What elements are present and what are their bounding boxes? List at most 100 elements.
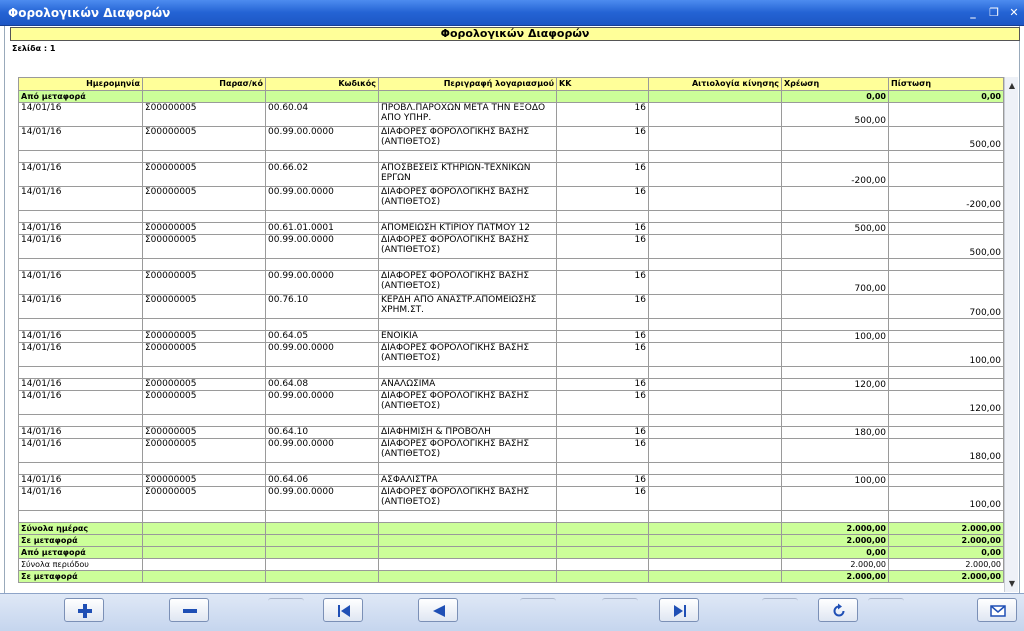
add-button[interactable] bbox=[64, 598, 104, 622]
table-row[interactable]: 14/01/16 Σ00000005 00.99.00.0000 ΔΙΑΦΟΡΕΣ Φ… bbox=[18, 390, 1004, 415]
cell-document: Σ00000005 bbox=[142, 378, 266, 391]
table-row[interactable]: 14/01/16 Σ00000005 00.60.04 ΠΡΟΒΛ.ΠΑΡΟΧΩΝ Μ… bbox=[18, 102, 1004, 127]
cell-description: ΑΠΟΣΒΕΣΕΙΣ ΚΤΗΡΙΩΝ-ΤΕΧΝΙΚΩΝ ΕΡΓΩΝ bbox=[378, 162, 557, 187]
cell-debit bbox=[781, 126, 889, 151]
cell-reason bbox=[648, 186, 782, 211]
cell-credit bbox=[888, 270, 1004, 295]
spacer-row bbox=[18, 150, 1004, 163]
ledger-table: Ημερομηνία Παρασ/κό Κωδικός Περιγραφή λο… bbox=[18, 77, 1004, 583]
cell-description: ΠΡΟΒΛ.ΠΑΡΟΧΩΝ ΜΕΤΑ ΤΗΝ ΕΞΟΔΟ ΑΠΟ ΥΠΗΡ. bbox=[378, 102, 557, 127]
cell-code: 00.64.08 bbox=[265, 378, 379, 391]
spacer-row bbox=[18, 318, 1004, 331]
cell-date: 14/01/16 bbox=[18, 426, 143, 439]
cell-date: 14/01/16 bbox=[18, 162, 143, 187]
cell-description: ΑΣΦΑΛΙΣΤΡΑ bbox=[378, 474, 557, 487]
cell-debit bbox=[781, 294, 889, 319]
cell-document: Σ00000005 bbox=[142, 438, 266, 463]
minimize-icon[interactable]: _ bbox=[966, 6, 980, 20]
col-debit[interactable]: Χρέωση bbox=[781, 77, 889, 91]
cell-description bbox=[378, 414, 557, 427]
cell-debit bbox=[781, 150, 889, 163]
email-button[interactable] bbox=[977, 598, 1017, 622]
scroll-up-icon[interactable]: ▲ bbox=[1007, 81, 1017, 91]
cell-description bbox=[378, 570, 557, 583]
cell-reason bbox=[648, 222, 782, 235]
first-page-button[interactable] bbox=[323, 598, 363, 622]
cell-credit: 180,00 bbox=[888, 438, 1004, 463]
table-row[interactable]: 14/01/16 Σ00000005 00.64.05 ΕΝΟΙΚΙΑ 16 100,00 bbox=[18, 330, 1004, 343]
toolbar-separator bbox=[268, 598, 304, 602]
table-row[interactable]: 14/01/16 Σ00000005 00.64.10 ΔΙΑΦΗΜΙΣΗ & ΠΡΟ… bbox=[18, 426, 1004, 439]
scroll-down-icon[interactable]: ▼ bbox=[1007, 579, 1017, 589]
plus-icon bbox=[78, 604, 92, 618]
table-row[interactable]: 14/01/16 Σ00000005 00.99.00.0000 ΔΙΑΦΟΡΕΣ Φ… bbox=[18, 342, 1004, 367]
summary-label: Σύνολα ημέρας bbox=[18, 522, 143, 535]
summary-credit: 2.000,00 bbox=[888, 570, 1004, 583]
vertical-scrollbar[interactable]: ▲ ▼ bbox=[1004, 77, 1018, 592]
summary-debit: 0,00 bbox=[781, 90, 889, 103]
cell-description bbox=[378, 534, 557, 547]
cell-date bbox=[18, 510, 143, 523]
table-row[interactable]: 14/01/16 Σ00000005 00.99.00.0000 ΔΙΑΦΟΡΕΣ Φ… bbox=[18, 234, 1004, 259]
table-row[interactable]: 14/01/16 Σ00000005 00.99.00.0000 ΔΙΑΦΟΡΕΣ Φ… bbox=[18, 186, 1004, 211]
cell-description: ΚΕΡΔΗ ΑΠΟ ΑΝΑΣΤΡ.ΑΠΟΜΕΙΩΣΗΣ ΧΡΗΜ.ΣΤ. bbox=[378, 294, 557, 319]
col-reason[interactable]: Αιτιολογία κίνησης bbox=[648, 77, 782, 91]
table-row[interactable]: 14/01/16 Σ00000005 00.64.08 ΑΝΑΛΩΣΙΜΑ 16 120,… bbox=[18, 378, 1004, 391]
col-document[interactable]: Παρασ/κό bbox=[142, 77, 266, 91]
cell-description bbox=[378, 150, 557, 163]
cell-credit bbox=[888, 222, 1004, 235]
cell-debit: 100,00 bbox=[781, 330, 889, 343]
cell-kk: 16 bbox=[556, 186, 649, 211]
last-page-button[interactable] bbox=[659, 598, 699, 622]
table-row[interactable]: 14/01/16 Σ00000005 00.99.00.0000 ΔΙΑΦΟΡΕΣ Φ… bbox=[18, 486, 1004, 511]
previous-page-button[interactable] bbox=[418, 598, 458, 622]
cell-credit bbox=[888, 426, 1004, 439]
window-title: Φορολογικών Διαφορών bbox=[8, 6, 171, 20]
table-row[interactable]: 14/01/16 Σ00000005 00.66.02 ΑΠΟΣΒΕΣΕΙΣ ΚΤΗΡ… bbox=[18, 162, 1004, 187]
cell-reason bbox=[648, 126, 782, 151]
cell-date: 14/01/16 bbox=[18, 126, 143, 151]
cell-document bbox=[142, 546, 266, 559]
cell-date bbox=[18, 258, 143, 271]
cell-code bbox=[265, 534, 379, 547]
cell-date: 14/01/16 bbox=[18, 270, 143, 295]
refresh-button[interactable] bbox=[818, 598, 858, 622]
col-date[interactable]: Ημερομηνία bbox=[18, 77, 143, 91]
cell-date: 14/01/16 bbox=[18, 474, 143, 487]
cell-date: 14/01/16 bbox=[18, 222, 143, 235]
cell-reason bbox=[648, 390, 782, 415]
cell-code bbox=[265, 150, 379, 163]
last-page-icon bbox=[674, 605, 686, 617]
cell-reason bbox=[648, 534, 782, 547]
spacer-row bbox=[18, 258, 1004, 271]
cell-description bbox=[378, 210, 557, 223]
cell-credit: 700,00 bbox=[888, 294, 1004, 319]
restore-icon[interactable]: ❐ bbox=[987, 6, 1001, 20]
cell-code bbox=[265, 318, 379, 331]
col-kk[interactable]: ΚΚ bbox=[556, 77, 649, 91]
cell-debit bbox=[781, 486, 889, 511]
table-row[interactable]: 14/01/16 Σ00000005 00.99.00.0000 ΔΙΑΦΟΡΕΣ Φ… bbox=[18, 438, 1004, 463]
remove-button[interactable] bbox=[169, 598, 209, 622]
close-icon[interactable]: ✕ bbox=[1007, 6, 1021, 20]
cell-date: 14/01/16 bbox=[18, 186, 143, 211]
cell-credit: 500,00 bbox=[888, 234, 1004, 259]
cell-document: Σ00000005 bbox=[142, 426, 266, 439]
table-row[interactable]: 14/01/16 Σ00000005 00.61.01.0001 ΑΠΟΜΕΙΩΣΗ … bbox=[18, 222, 1004, 235]
cell-credit: -200,00 bbox=[888, 186, 1004, 211]
cell-date bbox=[18, 366, 143, 379]
table-row[interactable]: 14/01/16 Σ00000005 00.99.00.0000 ΔΙΑΦΟΡΕΣ Φ… bbox=[18, 270, 1004, 295]
col-credit[interactable]: Πίστωση bbox=[888, 77, 1004, 91]
cell-reason bbox=[648, 210, 782, 223]
cell-reason bbox=[648, 366, 782, 379]
col-description[interactable]: Περιγραφή λογαριασμού bbox=[378, 77, 557, 91]
table-row[interactable]: 14/01/16 Σ00000005 00.64.06 ΑΣΦΑΛΙΣΤΡΑ 16 100… bbox=[18, 474, 1004, 487]
cell-debit bbox=[781, 210, 889, 223]
col-code[interactable]: Κωδικός bbox=[265, 77, 379, 91]
table-row[interactable]: 14/01/16 Σ00000005 00.99.00.0000 ΔΙΑΦΟΡΕΣ Φ… bbox=[18, 126, 1004, 151]
summary-credit: 0,00 bbox=[888, 546, 1004, 559]
cell-debit bbox=[781, 414, 889, 427]
table-row[interactable]: 14/01/16 Σ00000005 00.76.10 ΚΕΡΔΗ ΑΠΟ ΑΝΑΣΤ… bbox=[18, 294, 1004, 319]
cell-debit: 700,00 bbox=[781, 270, 889, 295]
cell-code: 00.76.10 bbox=[265, 294, 379, 319]
